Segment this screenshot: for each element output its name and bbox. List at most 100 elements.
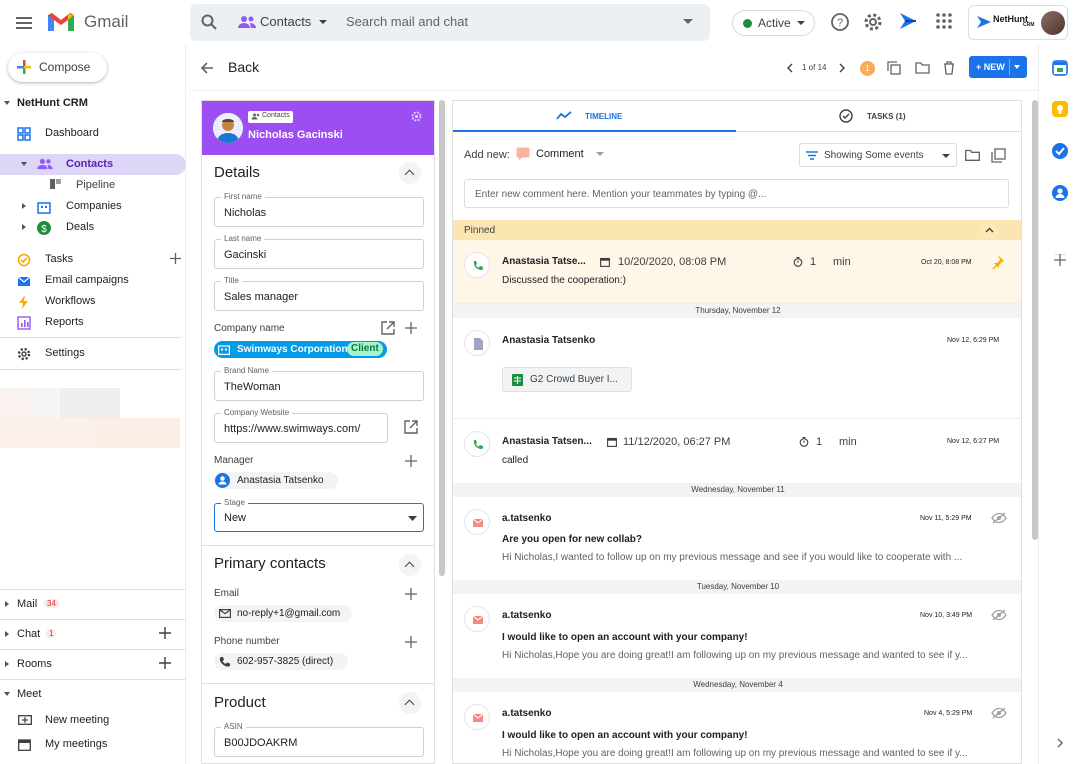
add-company-icon[interactable] <box>405 322 417 334</box>
sidebar-item-workflows[interactable]: Workflows <box>0 291 186 312</box>
avatar[interactable] <box>1041 11 1065 35</box>
sidebar-item-mail[interactable]: Mail 34 <box>0 594 186 615</box>
sidebar-item-contacts[interactable]: Contacts <box>0 154 186 175</box>
chevron-right-icon[interactable] <box>838 63 846 73</box>
collapse-pinned-button[interactable] <box>981 222 998 239</box>
add-task-icon[interactable] <box>170 253 181 264</box>
collapse-product-button[interactable] <box>399 692 421 714</box>
sidebar-item-rooms[interactable]: Rooms <box>0 654 186 675</box>
open-external-icon[interactable] <box>381 321 395 335</box>
sidebar-item-dashboard[interactable]: Dashboard <box>0 123 186 144</box>
company-chip[interactable]: Swimways Corporation Client <box>214 341 387 358</box>
sidebar-item-email-campaigns[interactable]: Email campaigns <box>0 270 186 291</box>
event-duration: 1 <box>816 436 823 448</box>
event-timestamp: Nov 4, 5:29 PM <box>924 710 973 717</box>
eye-off-icon[interactable] <box>991 609 1007 621</box>
call-event[interactable]: Anastasia Tatsen... 11/12/2020, 06:27 PM… <box>453 419 1021 483</box>
chevron-down-icon <box>942 154 950 159</box>
attachment-event[interactable]: Anastasia Tatsenko Nov 12, 6:29 PM G2 Cr… <box>453 318 1021 419</box>
sidebar-item-chat[interactable]: Chat 1 <box>0 624 186 645</box>
eye-off-icon[interactable] <box>991 707 1007 719</box>
contacts-app-icon[interactable] <box>1052 185 1068 201</box>
chevron-right-icon <box>5 601 9 607</box>
chevron-left-icon[interactable] <box>786 63 794 73</box>
comment-icon <box>516 147 530 161</box>
tab-timeline[interactable]: TIMELINE <box>453 101 736 132</box>
new-record-button[interactable]: + NEW <box>969 56 1027 78</box>
pinned-header[interactable]: Pinned <box>453 220 1021 240</box>
email-event[interactable]: a.tatsenko Nov 10, 3:49 PM I would like … <box>453 594 1021 678</box>
last-name-field[interactable]: Last name Gacinski <box>214 234 424 269</box>
gear-icon[interactable] <box>411 111 422 122</box>
phone-chip[interactable]: 602-957-3825 (direct) <box>214 653 348 670</box>
trash-icon[interactable] <box>943 61 955 75</box>
timer-icon <box>793 257 803 267</box>
chevron-down-icon <box>4 692 10 696</box>
keep-app-icon[interactable] <box>1052 101 1068 117</box>
search-input[interactable]: Search mail and chat <box>346 14 468 29</box>
chevron-down-icon[interactable] <box>318 17 328 27</box>
chevron-down-icon[interactable] <box>1014 65 1020 69</box>
account-switcher[interactable]: NetHunt CRM <box>968 5 1068 40</box>
add-email-icon[interactable] <box>405 588 417 600</box>
help-icon[interactable]: ? <box>830 12 850 32</box>
add-manager-icon[interactable] <box>405 455 417 467</box>
collapse-primary-contacts-button[interactable] <box>399 554 421 576</box>
pin-icon[interactable] <box>990 255 1004 269</box>
copy-icon[interactable] <box>887 61 901 75</box>
manager-chip[interactable]: Anastasia Tatsenko <box>214 472 338 489</box>
email-chip[interactable]: no-reply+1@gmail.com <box>214 605 352 622</box>
sidebar-item-tasks[interactable]: Tasks <box>0 249 186 270</box>
compose-button[interactable]: Compose <box>8 53 107 82</box>
calendar-app-icon[interactable] <box>1052 60 1068 76</box>
sidebar-item-deals[interactable]: $ Deals <box>0 217 186 238</box>
copy-icon[interactable] <box>991 148 1006 163</box>
sidebar-item-my-meetings[interactable]: My meetings <box>0 734 186 755</box>
plus-icon <box>16 59 32 75</box>
folder-icon[interactable] <box>965 149 980 161</box>
card-scrollbar[interactable] <box>439 100 445 576</box>
open-external-icon[interactable] <box>404 420 418 434</box>
title-field[interactable]: Title Sales manager <box>214 276 424 311</box>
event-filter-dropdown[interactable]: Showing Some events <box>799 143 957 167</box>
email-event[interactable]: a.tatsenko Nov 4, 5:29 PM I would like t… <box>453 692 1021 763</box>
first-name-field[interactable]: First name Nicholas <box>214 192 424 227</box>
search-icon[interactable] <box>200 13 218 31</box>
sidebar-item-label: Email campaigns <box>45 274 129 286</box>
new-room-icon[interactable] <box>159 657 171 669</box>
apps-grid-icon[interactable] <box>935 12 953 30</box>
sidebar-item-companies[interactable]: Companies <box>0 196 186 217</box>
sidebar-section-nethunt-crm[interactable]: NetHunt CRM <box>0 93 186 114</box>
add-phone-icon[interactable] <box>405 636 417 648</box>
notification-badge[interactable]: 1 <box>860 61 875 76</box>
sidebar-item-settings[interactable]: Settings <box>0 343 186 364</box>
comment-input[interactable]: Enter new comment here. Mention your tea… <box>464 179 1009 208</box>
gear-icon[interactable] <box>863 12 883 32</box>
tasks-app-icon[interactable] <box>1052 143 1068 159</box>
sidebar-item-pipeline[interactable]: Pipeline <box>0 175 186 196</box>
sidebar-section-meet[interactable]: Meet <box>0 684 186 705</box>
pinned-call-event[interactable]: Anastasia Tatse... 10/20/2020, 08:08 PM … <box>453 240 1021 304</box>
brand-name-field[interactable]: Brand Name TheWoman <box>214 366 424 401</box>
add-app-icon[interactable] <box>1054 254 1066 266</box>
email-event[interactable]: a.tatsenko Nov 11, 5:29 PM Are you open … <box>453 497 1021 580</box>
back-arrow-icon[interactable] <box>200 61 214 75</box>
search-bar[interactable]: Contacts Search mail and chat <box>190 4 710 41</box>
new-chat-icon[interactable] <box>159 627 171 639</box>
sidebar-item-reports[interactable]: Reports <box>0 312 186 333</box>
search-options-icon[interactable] <box>682 17 694 27</box>
search-scope-chip[interactable]: Contacts <box>260 14 311 29</box>
move-to-folder-icon[interactable] <box>915 61 930 74</box>
nethunt-extension-icon[interactable] <box>897 10 919 32</box>
attachment-chip[interactable]: G2 Crowd Buyer I... <box>502 367 632 392</box>
collapse-details-button[interactable] <box>399 162 421 184</box>
back-button[interactable]: Back <box>228 59 259 75</box>
stage-select[interactable]: Stage New <box>214 498 424 532</box>
status-selector[interactable]: Active <box>732 10 815 36</box>
sidebar-item-new-meeting[interactable]: New meeting <box>0 710 186 731</box>
eye-off-icon[interactable] <box>991 512 1007 524</box>
chevron-right-icon[interactable] <box>1056 738 1064 748</box>
asin-field[interactable]: ASIN B00JDOAKRM <box>214 722 424 757</box>
company-website-field[interactable]: Company Website https://www.swimways.com… <box>214 408 388 443</box>
main-menu-icon[interactable] <box>12 11 36 35</box>
